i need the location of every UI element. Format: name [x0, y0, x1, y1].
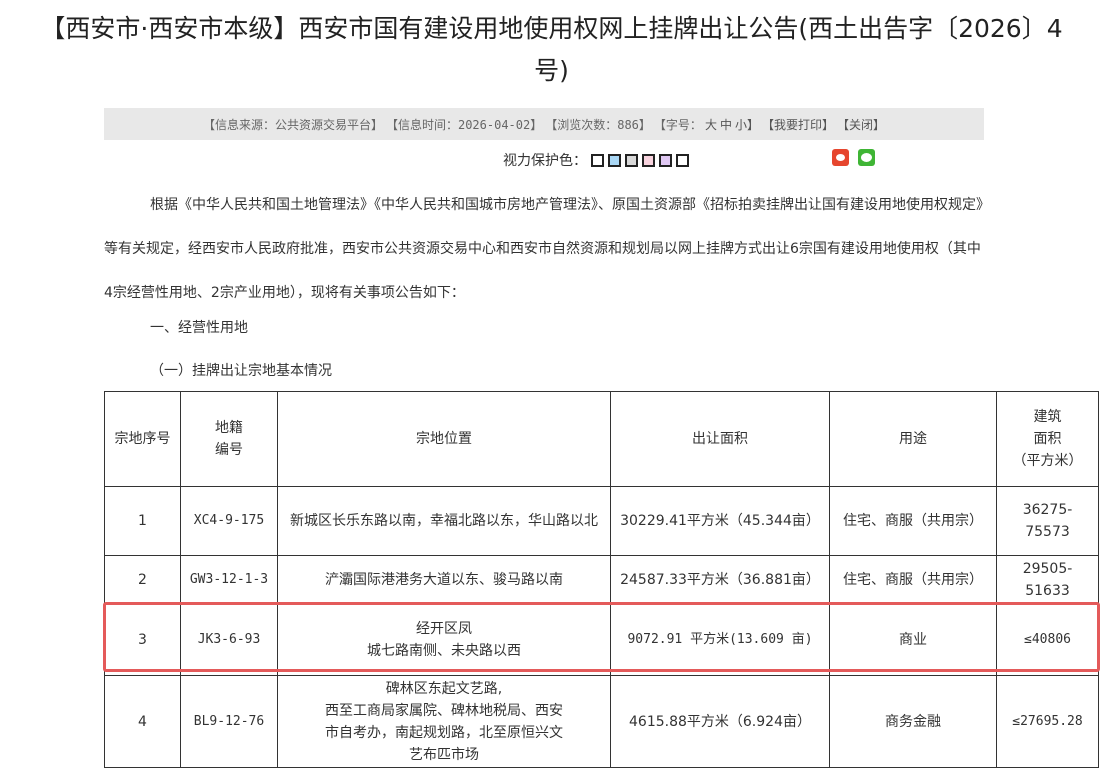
color-swatch-white[interactable]: [591, 153, 604, 167]
cell-location: 浐灞国际港港务大道以东、骏马路以南: [277, 555, 611, 604]
header-use: 用途: [829, 391, 997, 487]
table-row: 1 XC4-9-175 新城区长乐东路以南，幸福北路以东，华山路以北 30229…: [104, 486, 1099, 556]
cell-use: 商务金融: [829, 675, 997, 768]
header-code-line1: 地籍: [215, 420, 243, 436]
info-time: 【信息时间：2026-04-02】: [385, 117, 543, 132]
color-swatch-purple[interactable]: [659, 153, 672, 167]
cell-area: 30229.41平方米（45.344亩）: [610, 486, 830, 556]
color-swatch-default[interactable]: [676, 153, 689, 167]
wechat-share-icon[interactable]: [858, 149, 875, 166]
cell-seq: 2: [104, 555, 181, 604]
land-parcel-table: 宗地序号 地籍 编号 宗地位置 出让面积 用途 建筑 面积 （平方米） 1 XC…: [104, 391, 1099, 768]
section-heading-1: 一、经营性用地: [150, 320, 248, 336]
cell-location-line: 艺布匹市场: [409, 746, 479, 763]
cell-code: GW3-12-1-3: [180, 555, 278, 604]
cell-build-area: 29505-51633: [996, 555, 1099, 604]
font-size-medium-link[interactable]: 中: [720, 116, 732, 133]
header-seq: 宗地序号: [104, 391, 181, 487]
cell-use: 住宅、商服（共用宗）: [829, 486, 997, 556]
info-views: 【浏览次数：886】: [545, 117, 651, 132]
table-header-row: 宗地序号 地籍 编号 宗地位置 出让面积 用途 建筑 面积 （平方米）: [104, 391, 1099, 487]
cell-area: 24587.33平方米（36.881亩）: [610, 555, 830, 604]
cell-use: 商业: [829, 603, 997, 676]
intro-paragraph: 根据《中华人民共和国土地管理法》《中华人民共和国城市房地产管理法》、原国土资源部…: [104, 197, 983, 301]
info-source: 【信息来源：公共资源交易平台】: [202, 117, 383, 132]
header-build-line1: 建筑: [1033, 409, 1062, 425]
cell-location-line: 经开区凤: [416, 620, 472, 637]
header-code-line2: 编号: [215, 442, 243, 458]
header-code: 地籍 编号: [180, 391, 278, 487]
cell-location-line: 西至工商局家属院、碑林地税局、西安: [325, 702, 563, 719]
section-heading-2: （一）挂牌出让宗地基本情况: [150, 363, 332, 379]
page-title: 【西安市·西安市本级】西安市国有建设用地使用权网上挂牌出让公告(西土出告字〔20…: [0, 8, 1103, 92]
cell-location-line: 城七路南侧、未央路以西: [367, 642, 521, 659]
info-bar: 【信息来源：公共资源交易平台】 【信息时间：2026-04-02】 【浏览次数：…: [104, 108, 984, 140]
cell-location-line: 市自考办，南起规划路，北至原恒兴文: [325, 724, 563, 741]
header-location: 宗地位置: [277, 391, 611, 487]
cell-seq: 3: [104, 603, 181, 676]
cell-location: 新城区长乐东路以南，幸福北路以东，华山路以北: [277, 486, 611, 556]
table-row: 2 GW3-12-1-3 浐灞国际港港务大道以东、骏马路以南 24587.33平…: [104, 555, 1099, 604]
table-row: 4 BL9-12-76 碑林区东起文艺路, 西至工商局家属院、碑林地税局、西安 …: [104, 675, 1099, 768]
cell-location: 经开区凤 城七路南侧、未央路以西: [277, 603, 611, 676]
header-build-line2: 面积: [1033, 431, 1062, 447]
color-swatch-pink[interactable]: [642, 153, 655, 167]
close-link[interactable]: 【关闭】: [837, 116, 885, 133]
color-swatch-blue[interactable]: [608, 153, 621, 167]
cell-area: 4615.88平方米（6.924亩）: [610, 675, 830, 768]
print-link[interactable]: 【我要打印】: [762, 116, 834, 133]
header-area: 出让面积: [610, 391, 830, 487]
cell-location-line: 碑林区东起文艺路,: [385, 680, 503, 697]
cell-build-area: ≤40806: [996, 603, 1099, 676]
cell-code: XC4-9-175: [180, 486, 278, 556]
cell-code: BL9-12-76: [180, 675, 278, 768]
cell-seq: 4: [104, 675, 181, 768]
cell-code: JK3-6-93: [180, 603, 278, 676]
eye-protection-label: 视力保护色：: [503, 153, 587, 169]
cell-build-area: ≤27695.28: [996, 675, 1099, 768]
table-row: 3 JK3-6-93 经开区凤 城七路南侧、未央路以西 9072.91 平方米(…: [104, 603, 1099, 676]
cell-area: 9072.91 平方米(13.609 亩): [610, 603, 830, 676]
title-line-1: 【西安市·西安市本级】西安市国有建设用地使用权网上挂牌出让公告(西土出告字〔20…: [40, 14, 1063, 43]
cell-seq: 1: [104, 486, 181, 556]
cell-use: 住宅、商服（共用宗）: [829, 555, 997, 604]
font-size-large-link[interactable]: 大: [705, 116, 717, 133]
header-build-line3: （平方米）: [1012, 453, 1083, 469]
header-build-area: 建筑 面积 （平方米）: [996, 391, 1099, 487]
eye-protection-colors: 视力保护色：: [503, 150, 689, 170]
title-line-2: 号): [534, 56, 569, 85]
font-size-label: 【字号：: [653, 117, 702, 132]
cell-location: 碑林区东起文艺路, 西至工商局家属院、碑林地税局、西安 市自考办，南起规划路，北…: [277, 675, 611, 768]
cell-build-area: 36275-75573: [996, 486, 1099, 556]
font-size-small-link[interactable]: 小】: [735, 116, 759, 133]
color-swatch-gray[interactable]: [625, 153, 638, 167]
weibo-share-icon[interactable]: [832, 149, 849, 166]
